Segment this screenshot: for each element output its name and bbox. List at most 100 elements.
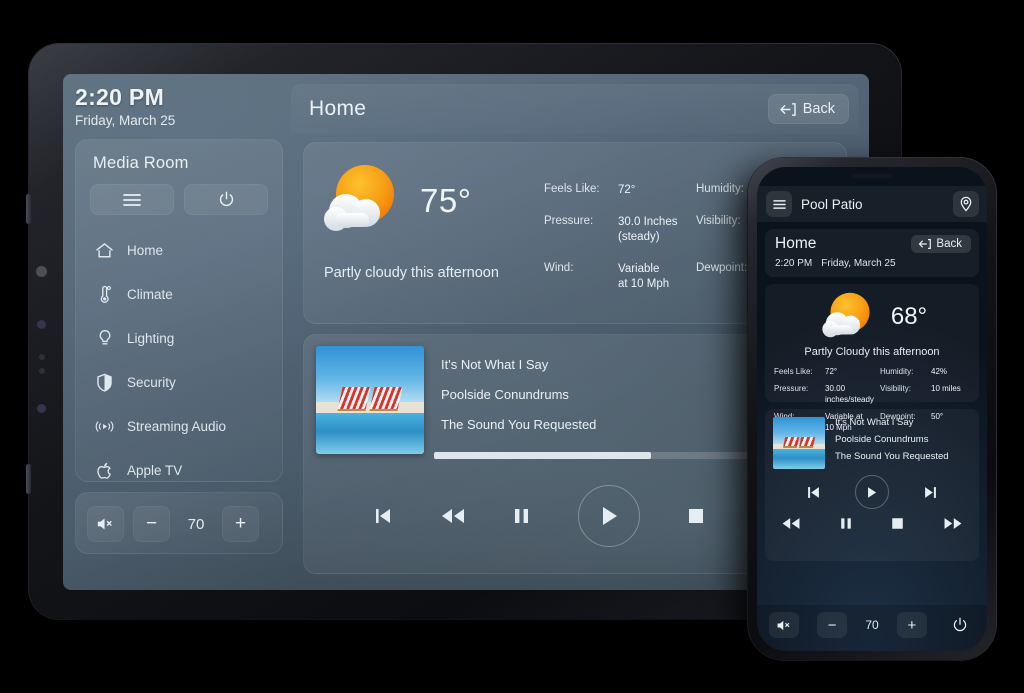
menu-button[interactable] bbox=[90, 184, 174, 215]
phone-track-metadata: It's Not What I Say Poolside Conundrums … bbox=[825, 417, 949, 469]
volume-value: 70 bbox=[187, 515, 205, 533]
phone-device: Pool Patio Home Back 2:20 PM Friday, Mar… bbox=[748, 158, 996, 660]
phone-stat-value: 30.00 inches/steady bbox=[825, 384, 874, 404]
back-arrow-icon bbox=[779, 102, 796, 116]
play-icon bbox=[602, 507, 617, 525]
mute-speaker-icon bbox=[777, 620, 789, 630]
volume-up-button[interactable]: + bbox=[222, 506, 259, 542]
phone-stat-value: 72° bbox=[825, 367, 838, 376]
phone-track-source: The Sound You Requested bbox=[835, 451, 949, 462]
phone-weather-temperature: 68° bbox=[890, 303, 928, 330]
sidebar-item-security[interactable]: Security bbox=[76, 360, 282, 404]
tablet-sensor-1 bbox=[37, 320, 46, 329]
play-icon bbox=[868, 486, 877, 498]
sidebar-item-label: Lighting bbox=[127, 330, 175, 346]
stop-button[interactable] bbox=[686, 506, 706, 526]
weather-stat-key: Wind: bbox=[544, 262, 574, 275]
power-icon bbox=[953, 617, 967, 632]
room-title: Media Room bbox=[93, 154, 189, 172]
phone-screen: Pool Patio Home Back 2:20 PM Friday, Mar… bbox=[757, 167, 987, 651]
screenshot-stage: 2:20 PM Friday, March 25 Media Room Home… bbox=[0, 0, 1024, 693]
stop-icon bbox=[688, 509, 703, 523]
weather-stat-key: Feels Like: bbox=[544, 183, 600, 196]
phone-previous-track-button[interactable] bbox=[805, 484, 822, 501]
phone-stop-button[interactable] bbox=[890, 516, 905, 531]
back-button[interactable]: Back bbox=[767, 94, 849, 124]
phone-topbar: Pool Patio bbox=[757, 186, 987, 222]
thermometer-icon bbox=[95, 285, 114, 304]
page-title: Home bbox=[309, 97, 367, 120]
phone-back-button[interactable]: Back bbox=[911, 235, 971, 253]
sidebar-item-lighting[interactable]: Lighting bbox=[76, 316, 282, 360]
skip-back-icon bbox=[376, 509, 391, 523]
phone-stat-key: Visibility: bbox=[880, 384, 911, 394]
phone-next-track-button[interactable] bbox=[922, 484, 939, 501]
broadcast-audio-icon bbox=[95, 417, 114, 436]
sidebar-item-label: Streaming Audio bbox=[127, 418, 227, 434]
sun-behind-cloud-icon bbox=[822, 292, 870, 338]
sidebar-item-climate[interactable]: Climate bbox=[76, 272, 282, 316]
sidebar-item-apple-tv[interactable]: Apple TV bbox=[76, 448, 282, 492]
rewind-icon bbox=[442, 509, 465, 523]
track-title: It's Not What I Say bbox=[441, 357, 549, 372]
track-source: The Sound You Requested bbox=[441, 417, 597, 432]
phone-date: Friday, March 25 bbox=[821, 258, 896, 269]
phone-mute-button[interactable] bbox=[769, 612, 799, 638]
phone-volume-up-button[interactable]: + bbox=[896, 612, 927, 638]
rewind-icon bbox=[782, 518, 800, 529]
sun-behind-cloud-icon bbox=[324, 165, 394, 231]
tablet-sensor-4 bbox=[37, 404, 46, 413]
weather-stat-value: Variable at 10 Mph bbox=[618, 263, 670, 290]
clock-time: 2:20 PM bbox=[75, 84, 165, 110]
track-album: Poolside Conundrums bbox=[441, 387, 569, 402]
volume-down-button[interactable]: − bbox=[133, 506, 170, 542]
apple-icon bbox=[95, 461, 114, 480]
tablet-side-button-top[interactable] bbox=[26, 194, 31, 224]
mute-speaker-icon bbox=[97, 518, 112, 530]
track-metadata: It's Not What I Say Poolside Conundrums … bbox=[424, 346, 596, 454]
power-button[interactable] bbox=[184, 184, 268, 215]
progress-fill bbox=[434, 452, 652, 459]
phone-header: Home Back 2:20 PM Friday, March 25 bbox=[765, 229, 979, 277]
tablet-sensor-3 bbox=[39, 368, 45, 374]
sidebar-item-label: Security bbox=[127, 374, 176, 390]
phone-weather-panel: 68° Partly Cloudy this afternoon Feels L… bbox=[765, 284, 979, 432]
play-button[interactable] bbox=[577, 485, 640, 547]
pause-button[interactable] bbox=[512, 505, 531, 527]
phone-volume-bar: − 70 + bbox=[757, 605, 987, 651]
phone-datetime: 2:20 PM Friday, March 25 bbox=[775, 258, 971, 269]
phone-stat-value: 42% bbox=[931, 367, 948, 376]
phone-transport-row-2 bbox=[765, 509, 979, 532]
phone-fast-forward-button[interactable] bbox=[943, 515, 963, 532]
phone-menu-button[interactable] bbox=[766, 191, 792, 217]
clock-date: Friday, March 25 bbox=[75, 113, 176, 128]
stop-icon bbox=[892, 518, 904, 529]
hamburger-menu-icon bbox=[123, 193, 141, 206]
room-panel: Media Room Home Climate Lighting Securit… bbox=[75, 139, 283, 482]
sidebar-item-streaming-audio[interactable]: Streaming Audio bbox=[76, 404, 282, 448]
phone-stat-key: Pressure: bbox=[774, 384, 809, 394]
fast-forward-icon bbox=[944, 518, 962, 529]
phone-media-panel: It's Not What I Say Poolside Conundrums … bbox=[765, 409, 979, 561]
mute-button[interactable] bbox=[87, 506, 124, 542]
phone-page-title: Home bbox=[775, 235, 817, 252]
home-icon bbox=[95, 241, 114, 260]
tablet-side-button-bottom[interactable] bbox=[26, 464, 31, 494]
sidebar-item-home[interactable]: Home bbox=[76, 228, 282, 272]
phone-play-button[interactable] bbox=[854, 475, 889, 509]
phone-volume-value: 70 bbox=[865, 618, 879, 632]
album-art bbox=[316, 346, 424, 454]
phone-power-button[interactable] bbox=[945, 612, 975, 638]
phone-weather-condition: Partly Cloudy this afternoon bbox=[804, 346, 940, 358]
rewind-button[interactable] bbox=[440, 505, 466, 527]
phone-pause-button[interactable] bbox=[839, 515, 853, 532]
tablet-volume-panel: − 70 + bbox=[75, 492, 283, 554]
phone-rewind-button[interactable] bbox=[781, 515, 801, 532]
phone-stat-key: Feels Like: bbox=[774, 367, 813, 376]
phone-volume-down-button[interactable]: − bbox=[817, 612, 848, 638]
tablet-camera bbox=[36, 266, 47, 277]
previous-track-button[interactable] bbox=[372, 505, 394, 527]
sidebar-item-label: Climate bbox=[127, 286, 173, 302]
phone-speaker-slot bbox=[852, 174, 892, 178]
phone-location-button[interactable] bbox=[953, 191, 979, 217]
